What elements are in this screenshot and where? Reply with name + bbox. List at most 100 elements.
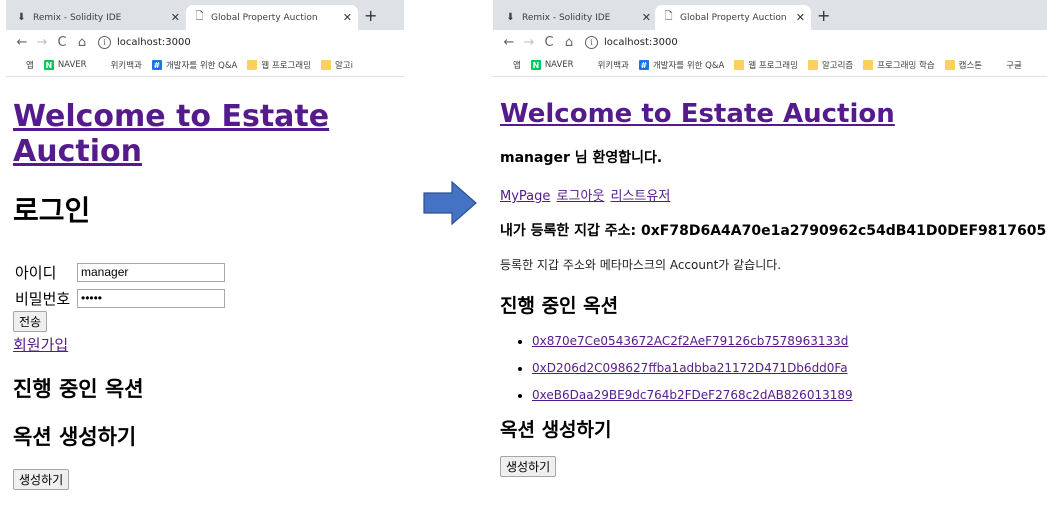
id-input[interactable] xyxy=(77,262,225,282)
tab-title: Remix - Solidity IDE xyxy=(522,12,611,23)
bookmark-web-programming[interactable]: 웹 프로그래밍 xyxy=(734,59,798,71)
browser-window-before-login: ⬇ Remix - Solidity IDE ✕ 🗋 Global Proper… xyxy=(6,0,404,514)
home-icon[interactable]: ⌂ xyxy=(72,35,92,50)
create-auction-button[interactable]: 생성하기 xyxy=(13,469,70,490)
bookmark-dev-qa[interactable]: # 개발자를 위한 Q&A xyxy=(638,59,725,71)
new-tab-icon[interactable]: + xyxy=(364,6,377,25)
id-row: 아이디 xyxy=(13,259,397,285)
folder-icon xyxy=(944,60,955,70)
address-bar[interactable]: i localhost:3000 xyxy=(98,35,191,49)
bookmark-algorithm[interactable]: 알고리즘 xyxy=(807,59,853,71)
bookmark-web-programming[interactable]: 웹 프로그래밍 xyxy=(247,59,311,71)
naver-icon: N xyxy=(530,60,541,70)
site-title: Welcome to Estate Auction xyxy=(500,99,1040,129)
close-icon[interactable]: ✕ xyxy=(171,11,180,24)
page-icon: 🗋 xyxy=(195,11,204,22)
bookmark-label: NAVER xyxy=(544,60,574,70)
bookmark-label: 구글 xyxy=(1006,61,1022,71)
hash-icon: # xyxy=(638,60,649,70)
list-users-link[interactable]: 리스트유저 xyxy=(611,189,671,204)
browser-window-after-login: ⬇ Remix - Solidity IDE ✕ 🗋 Global Proper… xyxy=(493,0,1047,514)
bookmark-capstone[interactable]: 캡스톤 xyxy=(944,59,983,71)
login-heading: 로그인 xyxy=(13,194,91,227)
tab-remix[interactable]: ⬇ Remix - Solidity IDE ✕ xyxy=(497,5,657,30)
password-input[interactable] xyxy=(77,288,225,308)
close-icon[interactable]: ✕ xyxy=(796,11,805,24)
google-icon: G xyxy=(993,60,1001,70)
bookmark-wikipedia[interactable]: W 위키백과 xyxy=(97,59,142,71)
ongoing-auctions-heading: 진행 중인 옥션 xyxy=(13,377,144,401)
mypage-link[interactable]: MyPage xyxy=(500,189,550,204)
wikipedia-icon: W xyxy=(584,60,594,70)
tab-title: Global Property Auction xyxy=(211,12,318,23)
new-tab-icon[interactable]: + xyxy=(817,6,830,25)
folder-icon xyxy=(247,60,258,70)
site-title-link[interactable]: Welcome to Estate Auction xyxy=(13,99,329,169)
ongoing-auctions-heading: 진행 중인 옥션 xyxy=(500,295,619,317)
url-text: localhost:3000 xyxy=(604,36,678,48)
site-title: Welcome to Estate Auction xyxy=(13,99,397,169)
tab-global-property-auction[interactable]: 🗋 Global Property Auction ✕ xyxy=(186,5,358,30)
auction-link[interactable]: 0x870e7Ce0543672AC2f2AeF79126cb757896313… xyxy=(532,334,848,348)
bookmark-label: 개발자를 위한 Q&A xyxy=(165,61,238,71)
reload-icon[interactable]: C xyxy=(52,35,72,50)
bookmark-label: 위키백과 xyxy=(597,61,629,71)
close-icon[interactable]: ✕ xyxy=(343,11,352,24)
submit-button[interactable]: 전송 xyxy=(13,311,48,332)
browser-toolbar: ← → C ⌂ i localhost:3000 xyxy=(493,30,1047,54)
info-icon[interactable]: i xyxy=(585,35,598,49)
bookmarks-bar: ⠿ 앱 N NAVER W 위키백과 # 개발자를 위한 Q&A 웹 프로그래밍 알고리… xyxy=(493,54,1047,77)
transition-arrow-icon xyxy=(423,180,477,226)
create-auction-button[interactable]: 생성하기 xyxy=(500,456,557,477)
bookmark-apps[interactable]: ⠿ 앱 xyxy=(499,59,521,72)
password-label: 비밀번호 xyxy=(15,289,71,308)
bookmark-wikipedia[interactable]: W 위키백과 xyxy=(584,59,629,71)
tab-remix[interactable]: ⬇ Remix - Solidity IDE ✕ xyxy=(8,5,186,30)
address-bar[interactable]: i localhost:3000 xyxy=(585,35,678,49)
create-auction-heading: 옥션 생성하기 xyxy=(13,425,137,449)
page-content: Welcome to Estate Auction 로그인 아이디 비밀번호 전… xyxy=(6,99,404,490)
password-row: 비밀번호 xyxy=(13,285,397,311)
logout-link[interactable]: 로그아웃 xyxy=(557,189,605,204)
create-auction-heading: 옥션 생성하기 xyxy=(500,419,612,441)
bookmark-dev-qa[interactable]: # 개발자를 위한 Q&A xyxy=(151,59,238,71)
wikipedia-icon: W xyxy=(97,60,107,70)
auction-list: 0x870e7Ce0543672AC2f2AeF79126cb757896313… xyxy=(500,334,1040,402)
user-links: MyPage 로그아웃 리스트유저 xyxy=(500,185,1040,204)
home-icon[interactable]: ⌂ xyxy=(559,35,579,50)
id-label: 아이디 xyxy=(15,263,57,282)
signup-link[interactable]: 회원가입 xyxy=(13,334,397,355)
auction-link[interactable]: 0xeB6Daa29BE9dc764b2FDeF2768c2dAB8260131… xyxy=(532,388,853,402)
site-title-link[interactable]: Welcome to Estate Auction xyxy=(500,99,895,129)
auction-link[interactable]: 0xD206d2C098627ffba1adbba21172D471Db6dd0… xyxy=(532,361,848,375)
bookmark-label: 웹 프로그래밍 xyxy=(748,61,798,71)
bookmark-programming-study[interactable]: 프로그래밍 학습 xyxy=(863,59,935,71)
bookmark-apps[interactable]: ⠿ 앱 xyxy=(12,59,34,72)
bookmark-label: 캡스톤 xyxy=(958,61,983,71)
bookmark-algorithm[interactable]: 알고i xyxy=(320,59,353,71)
tab-strip: ⬇ Remix - Solidity IDE ✕ 🗋 Global Proper… xyxy=(493,0,1047,30)
bookmark-label: NAVER xyxy=(57,60,87,70)
remix-icon: ⬇ xyxy=(506,12,515,23)
bookmark-google[interactable]: G 구글 xyxy=(992,59,1022,72)
forward-icon[interactable]: → xyxy=(32,35,52,50)
close-icon[interactable]: ✕ xyxy=(642,11,651,24)
tab-global-property-auction[interactable]: 🗋 Global Property Auction ✕ xyxy=(655,5,811,30)
registered-wallet-address: 내가 등록한 지갑 주소: 0xF78D6A4A70e1a2790962c54d… xyxy=(500,223,1047,239)
list-item: 0xD206d2C098627ffba1adbba21172D471Db6dd0… xyxy=(532,361,1040,375)
info-icon[interactable]: i xyxy=(98,35,111,49)
welcome-message: manager 님 환영합니다. xyxy=(500,150,663,166)
apps-grid-icon: ⠿ xyxy=(13,60,21,70)
back-icon[interactable]: ← xyxy=(12,35,32,50)
forward-icon[interactable]: → xyxy=(519,35,539,50)
bookmark-label: 웹 프로그래밍 xyxy=(261,61,311,71)
folder-icon xyxy=(734,60,745,70)
reload-icon[interactable]: C xyxy=(539,35,559,50)
bookmark-naver[interactable]: N NAVER xyxy=(530,60,574,70)
back-icon[interactable]: ← xyxy=(499,35,519,50)
page-content: Welcome to Estate Auction manager 님 환영합니… xyxy=(493,99,1047,477)
bookmark-naver[interactable]: N NAVER xyxy=(43,60,87,70)
folder-icon xyxy=(863,60,874,70)
bookmark-label: 앱 xyxy=(513,61,521,71)
bookmark-label: 개발자를 위한 Q&A xyxy=(652,61,725,71)
